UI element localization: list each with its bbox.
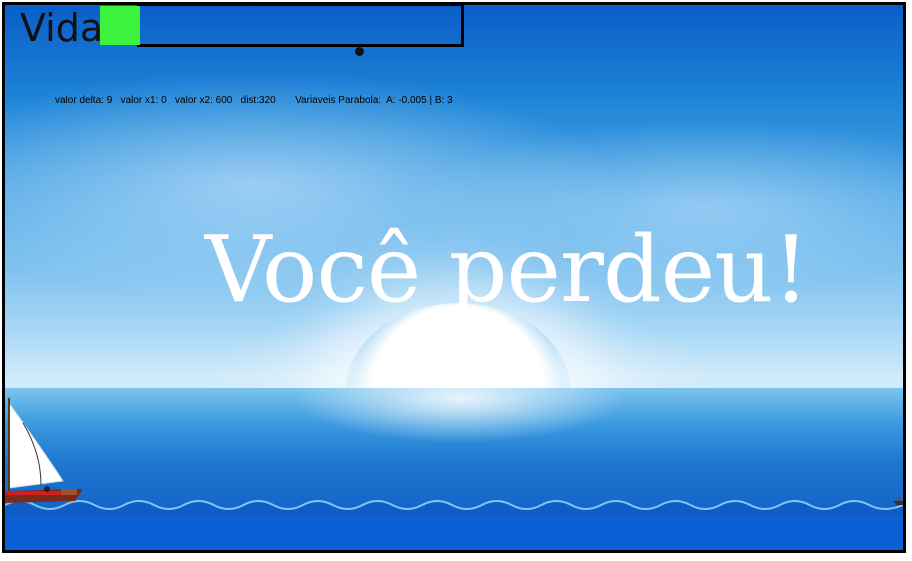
game-over-message: Você perdeu!	[205, 216, 809, 323]
life-bar	[137, 3, 464, 47]
life-bar-fill	[100, 6, 140, 45]
life-label: Vida	[20, 6, 104, 50]
sea-horizon	[5, 388, 903, 508]
boat-icon	[893, 497, 903, 505]
sailboat-icon	[5, 398, 83, 503]
waves	[5, 500, 903, 517]
life-bar-marker	[355, 47, 364, 56]
game-canvas[interactable]: valor delta: 9 valor x1: 0 valor x2: 600…	[2, 2, 906, 553]
debug-readout: valor delta: 9 valor x1: 0 valor x2: 600…	[55, 95, 453, 106]
